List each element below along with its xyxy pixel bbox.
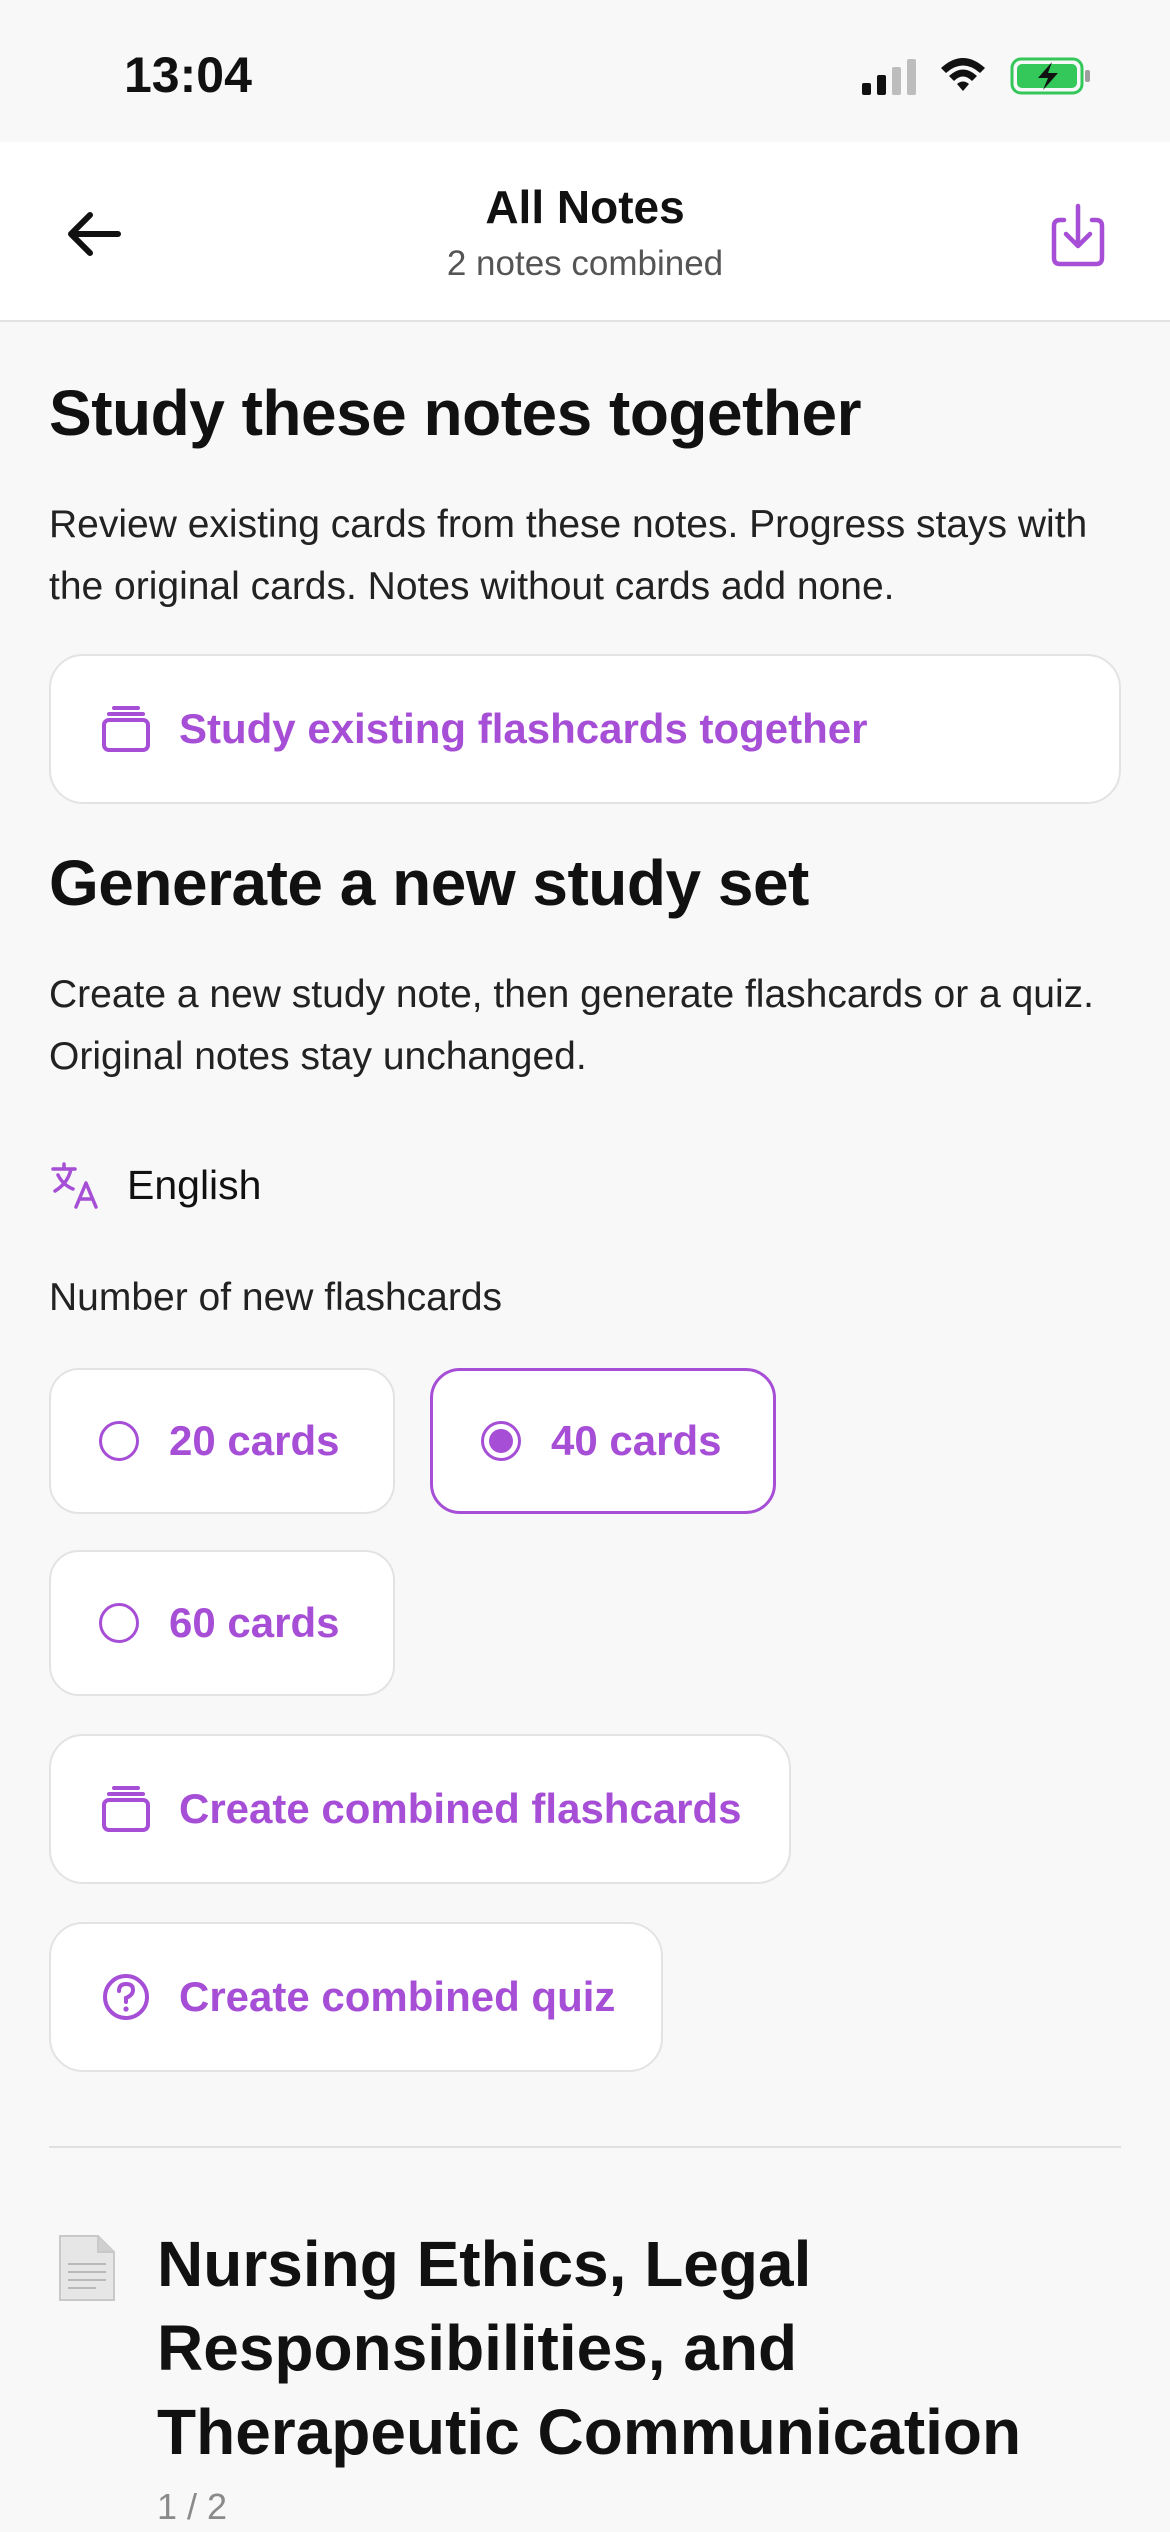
option-60-cards[interactable]: 60 cards xyxy=(49,1550,395,1696)
status-bar: 13:04 xyxy=(0,0,1170,142)
language-selector[interactable]: English xyxy=(49,1150,261,1220)
cards-stack-icon xyxy=(102,706,150,752)
option-20-cards[interactable]: 20 cards xyxy=(49,1368,395,1514)
study-section-description: Review existing cards from these notes. … xyxy=(49,503,1088,608)
option-label: 60 cards xyxy=(169,1599,340,1646)
option-label: 40 cards xyxy=(551,1417,722,1464)
note-counter: 1 / 2 xyxy=(157,2486,228,2527)
download-button[interactable] xyxy=(1038,196,1118,276)
create-combined-quiz-label: Create combined quiz xyxy=(179,1973,616,2020)
cards-stack-icon xyxy=(102,1786,150,1832)
radio-unselected-icon xyxy=(99,1603,139,1643)
language-label: English xyxy=(127,1161,262,1208)
status-icons xyxy=(862,56,1092,96)
study-section-title: Study these notes together xyxy=(49,377,862,449)
create-combined-flashcards-button[interactable]: Create combined flashcards xyxy=(49,1734,791,1884)
option-label: 20 cards xyxy=(169,1417,340,1464)
document-icon xyxy=(59,2235,115,2301)
create-combined-flashcards-label: Create combined flashcards xyxy=(179,1785,742,1832)
wifi-icon xyxy=(941,58,985,91)
navigation-bar: All Notes 2 notes combined xyxy=(0,142,1170,322)
page-subtitle: 2 notes combined xyxy=(446,244,724,283)
note-title: Nursing Ethics, Legal Responsibilities, … xyxy=(157,2228,1022,2468)
radio-selected-icon xyxy=(481,1421,521,1461)
battery-charging-icon xyxy=(1010,57,1090,95)
study-existing-flashcards-button[interactable]: Study existing flashcards together xyxy=(49,654,1121,804)
generate-section-description: Create a new study note, then generate f… xyxy=(49,973,1094,1078)
generate-section-title: Generate a new study set xyxy=(49,847,809,919)
study-existing-flashcards-label: Study existing flashcards together xyxy=(179,705,868,752)
translate-icon xyxy=(51,1162,98,1209)
question-circle-icon xyxy=(103,1974,149,2020)
cellular-signal-icon xyxy=(862,57,916,95)
status-time: 13:04 xyxy=(124,47,252,103)
create-combined-quiz-button[interactable]: Create combined quiz xyxy=(49,1922,663,2072)
flashcard-count-label: Number of new flashcards xyxy=(49,1276,503,1319)
page-title: All Notes xyxy=(485,181,685,233)
radio-unselected-icon xyxy=(99,1421,139,1461)
option-40-cards[interactable]: 40 cards xyxy=(430,1368,776,1514)
divider xyxy=(49,2146,1121,2148)
download-icon xyxy=(1051,203,1105,267)
